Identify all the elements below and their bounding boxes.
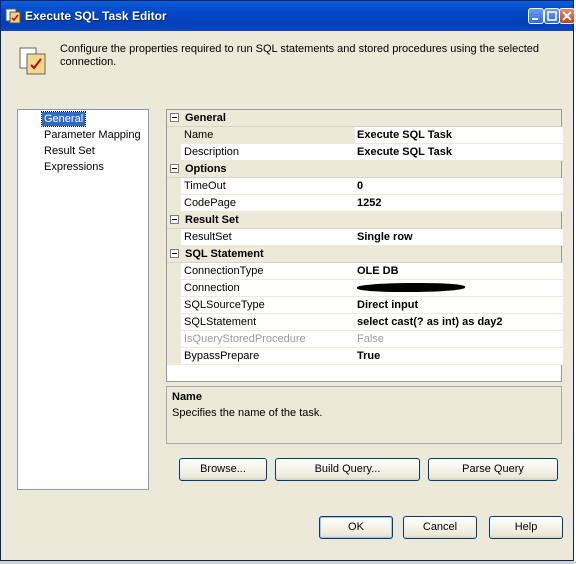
category-label: General <box>185 112 226 124</box>
row-gutter <box>167 348 181 365</box>
property-value-input[interactable]: OLE DB <box>355 263 563 280</box>
property-name: BypassPrepare <box>181 348 359 365</box>
nav-item-result-set[interactable]: Result Set <box>42 144 97 158</box>
category-label: SQL Statement <box>185 248 264 260</box>
property-name: CodePage <box>181 195 359 212</box>
property-value: False <box>355 331 563 348</box>
help-button[interactable]: Help <box>489 516 563 539</box>
build-query-button[interactable]: Build Query... <box>275 458 420 481</box>
category-label: Options <box>185 163 227 175</box>
property-name: SQLSourceType <box>181 297 359 314</box>
nav-item-general[interactable]: General <box>40 111 87 127</box>
row-gutter <box>167 178 181 195</box>
property-description-panel: Name Specifies the name of the task. <box>166 386 562 444</box>
property-row-sqlstatement[interactable]: SQLStatement select cast(? as int) as da… <box>167 314 563 331</box>
property-row-name[interactable]: Name Execute SQL Task <box>167 127 563 144</box>
property-name: ResultSet <box>181 229 359 246</box>
category-options[interactable]: Options <box>167 161 561 178</box>
browse-button[interactable]: Browse... <box>179 458 267 481</box>
description-text: Specifies the name of the task. <box>172 407 323 419</box>
property-name: Connection <box>181 280 359 297</box>
title-bar[interactable]: Execute SQL Task Editor <box>1 1 575 31</box>
collapse-icon[interactable] <box>170 113 179 122</box>
property-value-input[interactable]: Execute SQL Task <box>355 127 563 144</box>
property-row-sqlsourcetype[interactable]: SQLSourceType Direct input <box>167 297 563 314</box>
maximize-icon <box>547 11 557 21</box>
property-name: Description <box>181 144 359 161</box>
property-value-input[interactable]: Execute SQL Task <box>355 144 563 161</box>
property-name: TimeOut <box>181 178 359 195</box>
dialog-header: Configure the properties required to run… <box>1 31 573 85</box>
property-row-bypassprepare[interactable]: BypassPrepare True <box>167 348 563 365</box>
property-name: IsQueryStoredProcedure <box>181 331 359 348</box>
property-value-input[interactable]: Direct input <box>355 297 563 314</box>
task-icon <box>19 47 46 75</box>
close-icon <box>562 11 572 21</box>
redacted-connection-value <box>357 283 465 292</box>
nav-item-parameter-mapping[interactable]: Parameter Mapping <box>42 128 143 142</box>
parse-query-button[interactable]: Parse Query <box>428 458 558 481</box>
category-label: Result Set <box>185 214 239 226</box>
property-value-input[interactable]: Single row <box>355 229 563 246</box>
minimize-button[interactable] <box>528 8 544 24</box>
app-icon <box>5 8 21 24</box>
page-navigation-list: General Parameter Mapping Result Set Exp… <box>17 109 149 490</box>
collapse-icon[interactable] <box>170 215 179 224</box>
ok-button[interactable]: OK <box>319 516 393 539</box>
category-result-set[interactable]: Result Set <box>167 212 561 229</box>
collapse-icon[interactable] <box>170 249 179 258</box>
execute-sql-task-editor-window: Execute SQL Task Editor Configure the pr… <box>0 0 575 561</box>
property-row-connection[interactable]: Connection <box>167 280 563 297</box>
property-value-input[interactable] <box>355 280 563 297</box>
category-general[interactable]: General <box>167 110 561 127</box>
row-gutter <box>167 263 181 280</box>
property-row-description[interactable]: Description Execute SQL Task <box>167 144 563 161</box>
header-description: Configure the properties required to run… <box>60 43 539 68</box>
maximize-button[interactable] <box>544 8 560 24</box>
property-row-connectiontype[interactable]: ConnectionType OLE DB <box>167 263 563 280</box>
row-gutter <box>167 331 181 348</box>
row-gutter <box>167 144 181 161</box>
property-value-input[interactable]: select cast(? as int) as day2 <box>355 314 563 331</box>
property-name: Name <box>181 127 359 144</box>
row-gutter <box>167 195 181 212</box>
property-row-codepage[interactable]: CodePage 1252 <box>167 195 563 212</box>
property-value-input[interactable]: 0 <box>355 178 563 195</box>
row-gutter <box>167 297 181 314</box>
collapse-icon[interactable] <box>170 164 179 173</box>
property-row-timeout[interactable]: TimeOut 0 <box>167 178 563 195</box>
property-value-input[interactable]: True <box>355 348 563 365</box>
minimize-icon <box>532 18 538 20</box>
property-row-isquerystoredprocedure: IsQueryStoredProcedure False <box>167 331 563 348</box>
nav-item-expressions[interactable]: Expressions <box>42 160 106 174</box>
close-button[interactable] <box>559 8 575 24</box>
row-gutter <box>167 280 181 297</box>
cancel-button[interactable]: Cancel <box>403 516 477 539</box>
window-title: Execute SQL Task Editor <box>25 9 167 23</box>
row-gutter <box>167 127 181 144</box>
property-row-resultset[interactable]: ResultSet Single row <box>167 229 563 246</box>
property-name: SQLStatement <box>181 314 359 331</box>
description-title: Name <box>172 391 202 403</box>
row-gutter <box>167 229 181 246</box>
property-name: ConnectionType <box>181 263 359 280</box>
property-value-input[interactable]: 1252 <box>355 195 563 212</box>
property-grid: General Name Execute SQL Task Descriptio… <box>166 109 563 382</box>
category-sql-statement[interactable]: SQL Statement <box>167 246 561 263</box>
row-gutter <box>167 314 181 331</box>
